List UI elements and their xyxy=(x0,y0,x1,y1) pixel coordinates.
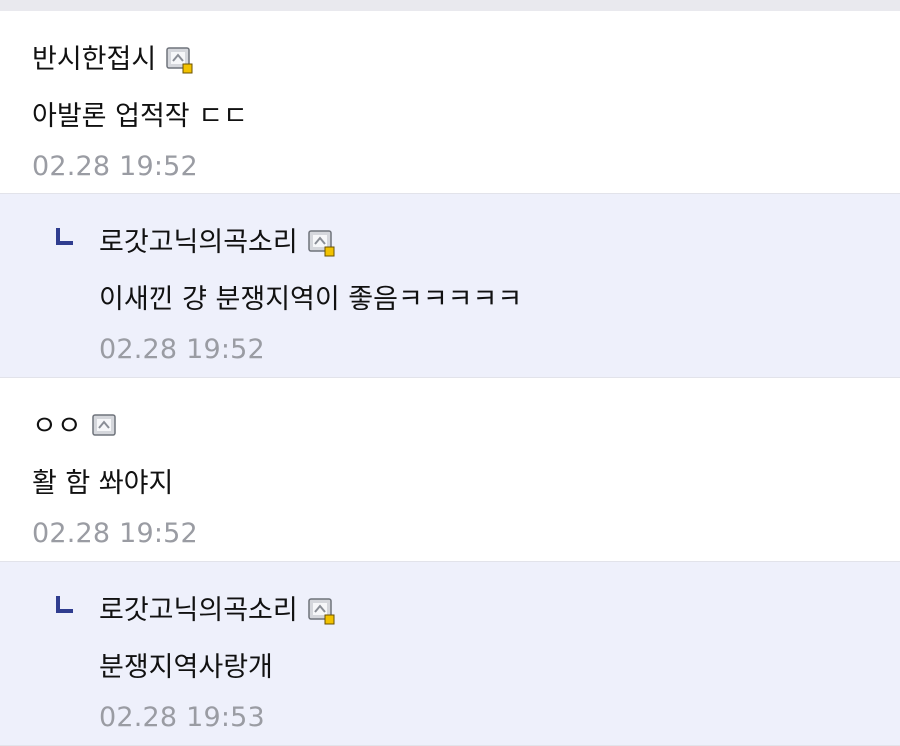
gallog-badge-icon[interactable] xyxy=(307,598,335,625)
comment-item: 반시한접시 아발론 업적작 ㄷㄷ 02.28 19:52 xyxy=(0,11,900,194)
gallog-icon[interactable] xyxy=(91,414,118,440)
top-divider xyxy=(0,0,900,11)
comment-author[interactable]: 반시한접시 xyxy=(32,44,193,76)
comment-text: 분쟁지역사랑개 xyxy=(99,652,273,683)
reply-item: 로갓고닉의곡소리 이새낀 걍 분쟁지역이 좋음ㅋㅋㅋㅋㅋ 02.28 19:52 xyxy=(0,194,900,378)
comment-list: 반시한접시 아발론 업적작 ㄷㄷ 02.28 19:52 로갓고닉의곡소리 이새… xyxy=(0,11,900,746)
comment-username[interactable]: ㅇㅇ xyxy=(32,411,82,443)
comment-time: 02.28 19:52 xyxy=(32,518,198,549)
gallog-badge-icon[interactable] xyxy=(166,47,193,74)
gallog-badge-icon[interactable] xyxy=(307,230,335,257)
comment-time: 02.28 19:52 xyxy=(32,151,198,182)
comment-author[interactable]: 로갓고닉의곡소리 xyxy=(99,227,335,259)
comment-username[interactable]: 반시한접시 xyxy=(32,44,156,76)
reply-arrow-icon xyxy=(56,596,73,613)
comment-text: 이새낀 걍 분쟁지역이 좋음ㅋㅋㅋㅋㅋ xyxy=(99,284,523,315)
comment-text: 활 함 쏴야지 xyxy=(32,468,174,499)
comment-time: 02.28 19:52 xyxy=(99,334,265,365)
reply-item: 로갓고닉의곡소리 분쟁지역사랑개 02.28 19:53 xyxy=(0,562,900,746)
comment-text: 아발론 업적작 ㄷㄷ xyxy=(32,101,248,132)
comment-author[interactable]: ㅇㅇ xyxy=(32,411,118,443)
comment-item: ㅇㅇ 활 함 쏴야지 02.28 19:52 xyxy=(0,378,900,562)
comment-username[interactable]: 로갓고닉의곡소리 xyxy=(99,595,298,627)
reply-arrow-icon xyxy=(56,228,73,245)
comment-username[interactable]: 로갓고닉의곡소리 xyxy=(99,227,298,259)
comment-author[interactable]: 로갓고닉의곡소리 xyxy=(99,595,335,627)
